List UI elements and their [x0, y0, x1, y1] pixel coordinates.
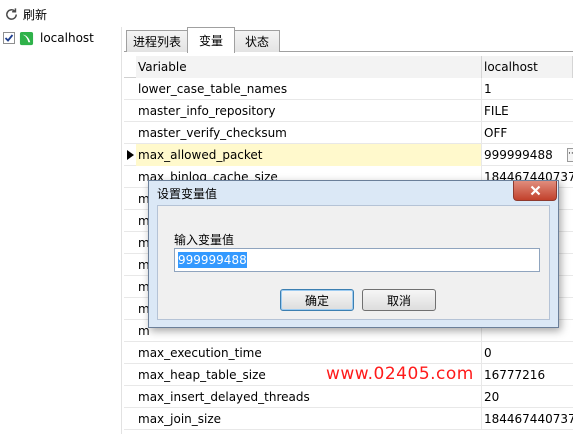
refresh-button[interactable]: 刷新 [4, 5, 47, 23]
variable-name: max_execution_time [136, 342, 482, 364]
server-tree: localhost [0, 27, 122, 434]
set-variable-dialog: 设置变量值 输入变量值 999999488 确定 取消 [148, 180, 559, 328]
variable-value: 16777216 [484, 368, 546, 382]
input-selected-text: 999999488 [178, 252, 247, 268]
table-row[interactable]: max_join_size 18446744073709 [124, 408, 573, 430]
variable-value: 20 [484, 390, 500, 404]
dialog-body: 输入变量值 999999488 确定 取消 [157, 205, 550, 320]
table-row[interactable]: max_insert_delayed_threads 20 [124, 386, 573, 408]
tab-status[interactable]: 状态 [234, 30, 280, 52]
tree-node-localhost[interactable]: localhost [3, 29, 94, 47]
refresh-icon [6, 7, 17, 20]
ok-button[interactable]: 确定 [280, 289, 354, 311]
mysql-server-icon [19, 31, 34, 45]
variable-value: 1 [484, 82, 492, 96]
variable-name: master_verify_checksum [136, 122, 482, 144]
row-pointer-icon [124, 144, 136, 166]
table-row[interactable]: master_info_repository FILE [124, 100, 573, 122]
server-checkbox[interactable] [3, 32, 15, 44]
watermark-text: www.02405.com [326, 364, 474, 384]
tree-node-label: localhost [40, 31, 94, 45]
variable-value: 18446744073709 [484, 412, 573, 426]
column-header-localhost[interactable]: localhost [482, 56, 573, 78]
grid-header: Variable localhost [124, 56, 573, 78]
variable-name: max_insert_delayed_threads [136, 386, 482, 408]
column-header-variable[interactable]: Variable [136, 56, 482, 78]
tab-processlist[interactable]: 进程列表 [126, 30, 188, 52]
table-row-selected[interactable]: max_allowed_packet 999999488 ··· [124, 144, 573, 166]
close-icon [530, 185, 540, 196]
variable-value-input[interactable]: 999999488 [174, 248, 540, 272]
edit-value-button[interactable]: ··· [567, 148, 573, 162]
table-row[interactable]: lower_case_table_names 1 [124, 78, 573, 100]
cancel-button[interactable]: 取消 [362, 289, 436, 311]
tab-variables[interactable]: 变量 [187, 27, 235, 53]
toolbar: 刷新 [0, 0, 573, 27]
variable-value: FILE [484, 104, 509, 118]
variable-value: 0 [484, 346, 492, 360]
table-row[interactable]: max_execution_time 0 [124, 342, 573, 364]
dialog-title: 设置变量值 [157, 187, 218, 201]
tab-bar: 进程列表 变量 状态 [124, 27, 573, 53]
checkmark-icon [4, 34, 14, 42]
value-label: 输入变量值 [174, 233, 235, 247]
dialog-close-button[interactable] [513, 181, 557, 201]
variable-name: max_allowed_packet [136, 144, 482, 166]
variable-value[interactable]: 999999488 [482, 144, 573, 166]
variable-value: OFF [484, 126, 508, 140]
variable-name: master_info_repository [136, 100, 482, 122]
variable-name: lower_case_table_names [136, 78, 482, 100]
refresh-label: 刷新 [23, 7, 48, 22]
table-row[interactable]: master_verify_checksum OFF [124, 122, 573, 144]
variable-name: max_join_size [136, 408, 482, 430]
